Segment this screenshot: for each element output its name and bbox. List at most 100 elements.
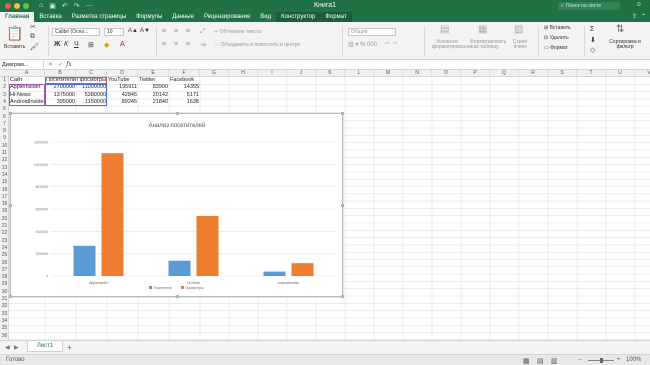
row-header[interactable]: 8	[0, 128, 9, 135]
column-header[interactable]: A	[9, 70, 45, 77]
font-color-icon[interactable]: A	[120, 41, 125, 48]
column-header[interactable]: P	[461, 70, 490, 77]
table-cell[interactable]: 21840	[138, 99, 169, 107]
align-right-icon[interactable]: ≡	[186, 41, 190, 48]
bold-button[interactable]: Ж	[54, 41, 60, 48]
row-header[interactable]: 20	[0, 216, 9, 223]
maximize-window-button[interactable]	[23, 3, 29, 9]
row-header[interactable]: 30	[0, 289, 9, 296]
zoom-slider[interactable]	[588, 358, 614, 363]
row-header[interactable]: 13	[0, 165, 9, 172]
chart-resize-handle[interactable]	[9, 204, 12, 207]
paste-button-label[interactable]: Вставить	[4, 44, 25, 50]
row-header[interactable]: 25	[0, 252, 9, 259]
row-header[interactable]: 5	[0, 106, 9, 113]
insert-cells-button[interactable]: ⊞ Вставить	[544, 25, 571, 31]
row-header[interactable]: 14	[0, 172, 9, 179]
column-header[interactable]: G	[200, 70, 229, 77]
normal-view-icon[interactable]: ▦	[523, 357, 530, 365]
zoom-level[interactable]: 100%	[626, 357, 641, 363]
column-header[interactable]: N	[403, 70, 432, 77]
close-window-button[interactable]	[5, 3, 11, 9]
column-header[interactable]: B	[45, 70, 76, 77]
column-header[interactable]: I	[258, 70, 287, 77]
formula-input[interactable]	[72, 61, 650, 69]
format-as-table-icon[interactable]: ▦	[478, 24, 487, 35]
chart-resize-handle[interactable]	[341, 295, 344, 298]
enter-icon[interactable]: ✓	[58, 61, 63, 68]
ribbon-tab[interactable]: Вставка	[34, 12, 66, 22]
row-header[interactable]: 22	[0, 230, 9, 237]
add-sheet-icon[interactable]: +	[67, 343, 72, 352]
row-header[interactable]: 33	[0, 311, 9, 318]
wrap-text-button[interactable]: ↵ Обтекание текста	[214, 29, 261, 35]
align-middle-icon[interactable]: ≡	[174, 28, 178, 35]
column-header[interactable]: O	[432, 70, 461, 77]
indent-icon[interactable]: ⇥	[200, 41, 206, 49]
decimal-icons[interactable]: ⁺⁰ ⁻⁰	[384, 41, 397, 48]
column-header[interactable]: M	[374, 70, 403, 77]
ribbon-tab[interactable]: Разметка страницы	[67, 12, 131, 22]
column-header[interactable]: J	[287, 70, 316, 77]
ribbon-tab[interactable]: Вид	[255, 12, 276, 22]
next-sheet-icon[interactable]: ▶	[14, 344, 19, 351]
minimize-window-button[interactable]	[14, 3, 20, 9]
column-header[interactable]: C	[76, 70, 107, 77]
format-painter-icon[interactable]: 🖌	[30, 43, 39, 51]
copy-icon[interactable]: ⧉	[30, 33, 35, 41]
undo-icon[interactable]: ↶	[62, 2, 68, 10]
name-box[interactable]: Диаграм...	[0, 60, 44, 69]
zoom-out-icon[interactable]: −	[578, 357, 582, 363]
sort-filter-button[interactable]: Сортировка и фильтр	[606, 40, 644, 50]
italic-button[interactable]: К	[64, 41, 68, 48]
save-icon[interactable]: ▣	[49, 2, 56, 10]
row-header[interactable]: 21	[0, 223, 9, 230]
sheet-tab[interactable]: Лист1	[27, 341, 63, 352]
account-icon[interactable]: ☺	[636, 2, 642, 8]
redo-icon[interactable]: ↷	[74, 2, 80, 10]
ribbon-tab[interactable]: Формат	[320, 12, 352, 22]
column-header[interactable]: V	[635, 70, 650, 77]
clear-icon[interactable]: ◇	[590, 46, 595, 54]
share-icon[interactable]: ⇪	[632, 13, 637, 20]
prev-sheet-icon[interactable]: ◀	[5, 344, 10, 351]
column-header[interactable]: R	[519, 70, 548, 77]
row-header[interactable]: 11	[0, 150, 9, 157]
row-header[interactable]: 34	[0, 318, 9, 325]
conditional-formatting-button[interactable]: Условное форматирование	[432, 40, 472, 50]
sheet-search-box[interactable]: ⌕ Поиск на листе	[558, 2, 620, 10]
row-header[interactable]: 10	[0, 143, 9, 150]
font-size-select[interactable]: 10	[104, 28, 124, 36]
row-header[interactable]: 32	[0, 303, 9, 310]
chart-resize-handle[interactable]	[176, 112, 179, 115]
cut-icon[interactable]: ✂	[30, 23, 36, 31]
borders-icon[interactable]: ⊞	[88, 41, 94, 49]
row-header[interactable]: 1	[0, 77, 9, 84]
column-header[interactable]: S	[548, 70, 577, 77]
align-top-icon[interactable]: ≡	[162, 28, 166, 35]
format-cells-button[interactable]: ▭ Формат	[544, 45, 568, 51]
column-header[interactable]: T	[577, 70, 606, 77]
ribbon-tab[interactable]: Конструктор	[276, 12, 321, 22]
number-format-icons[interactable]: ▥ ▾ % 000	[348, 41, 377, 48]
row-header[interactable]: 23	[0, 238, 9, 245]
row-header[interactable]: 35	[0, 325, 9, 332]
chart-resize-handle[interactable]	[9, 295, 12, 298]
align-left-icon[interactable]: ≡	[162, 41, 166, 48]
table-cell[interactable]: 89245	[107, 99, 138, 107]
paste-icon[interactable]: 📋	[6, 25, 23, 42]
merge-center-button[interactable]: ⇔ Объединить и поместить в центре	[214, 42, 300, 48]
page-break-icon[interactable]: ▥	[551, 357, 558, 365]
fill-color-icon[interactable]: ◆	[104, 41, 109, 49]
column-header[interactable]: Q	[490, 70, 519, 77]
sort-filter-icon[interactable]: ⇅	[616, 24, 624, 35]
row-header[interactable]: 36	[0, 333, 9, 340]
row-header[interactable]: 12	[0, 157, 9, 164]
zoom-in-icon[interactable]: +	[617, 357, 621, 363]
cancel-icon[interactable]: ✕	[48, 61, 53, 68]
row-header[interactable]: 18	[0, 201, 9, 208]
chart-object[interactable]: Анализ посетителей 12000000 10000000 800000…	[9, 112, 344, 298]
column-chart[interactable]: Анализ посетителей 12000000 10000000 800000…	[11, 114, 344, 298]
chart-resize-handle[interactable]	[9, 112, 12, 115]
collapse-ribbon-icon[interactable]: ⌃	[641, 13, 646, 20]
